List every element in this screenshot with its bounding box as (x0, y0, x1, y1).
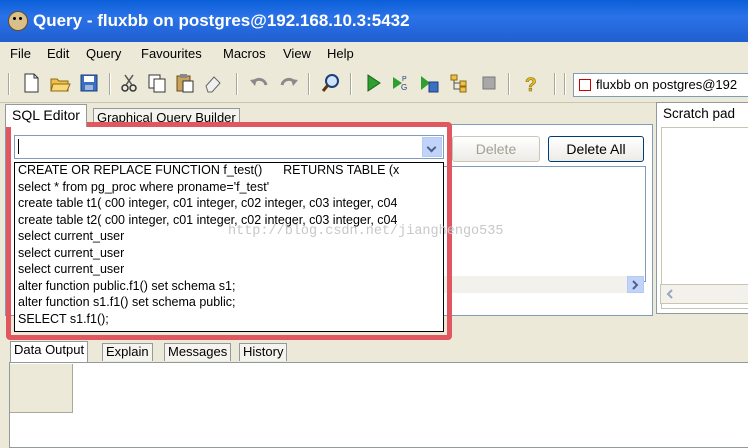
menu-favourites[interactable]: Favourites (141, 46, 202, 61)
scratch-pad-scrollbar[interactable] (660, 284, 748, 304)
cancel-icon[interactable] (478, 72, 500, 94)
menu-file[interactable]: File (10, 46, 31, 61)
cut-icon[interactable] (118, 72, 140, 94)
menu-edit[interactable]: Edit (47, 46, 69, 61)
menu-bar: File Edit Query Favourites Macros View H… (0, 42, 748, 66)
undo-icon[interactable] (248, 72, 270, 94)
toolbar-separator (109, 73, 111, 95)
toolbar: PG ? fluxbb on postgres@192 (0, 66, 748, 103)
menu-macros[interactable]: Macros (223, 46, 266, 61)
scratch-pad-panel: Scratch pad (656, 102, 748, 314)
toolbar-separator (554, 73, 556, 95)
connection-label: fluxbb on postgres@192 (596, 77, 738, 92)
redo-icon[interactable] (278, 72, 300, 94)
watermark-text: http://blog.csdn.net/jianghengo535 (228, 224, 504, 239)
connection-select[interactable]: fluxbb on postgres@192 (573, 73, 748, 97)
data-output-grid (9, 362, 748, 448)
menu-view[interactable]: View (283, 46, 311, 61)
horizontal-scrollbar[interactable] (442, 276, 644, 293)
app-elephant-icon (8, 11, 28, 31)
tab-messages[interactable]: Messages (164, 343, 232, 361)
paste-icon[interactable] (174, 72, 196, 94)
svg-text:G: G (401, 83, 407, 92)
tab-data-output[interactable]: Data Output (10, 341, 89, 362)
tab-explain[interactable]: Explain (102, 343, 153, 361)
scroll-right-button[interactable] (627, 276, 644, 293)
eraser-icon[interactable] (202, 72, 224, 94)
grid-corner-cell[interactable] (10, 364, 73, 413)
svg-text:P: P (402, 76, 407, 83)
copy-icon[interactable] (146, 72, 168, 94)
toolbar-separator (350, 73, 352, 95)
execute-to-file-icon[interactable] (418, 72, 440, 94)
scratch-pad-title: Scratch pad (663, 106, 736, 121)
title-bar: Query - fluxbb on postgres@192.168.10.3:… (0, 0, 748, 42)
connection-status-icon (579, 79, 591, 91)
window-title: Query - fluxbb on postgres@192.168.10.3:… (33, 11, 410, 30)
toolbar-separator (508, 73, 510, 95)
execute-pgscript-icon[interactable]: PG (390, 72, 412, 94)
toolbar-grip (8, 73, 10, 95)
delete-button[interactable]: Delete (452, 136, 540, 162)
menu-query[interactable]: Query (86, 46, 121, 61)
help-icon[interactable]: ? (520, 72, 542, 94)
chevron-left-icon (666, 289, 673, 299)
tab-history[interactable]: History (239, 343, 288, 361)
explain-icon[interactable] (448, 72, 470, 94)
svg-text:?: ? (525, 75, 537, 94)
toolbar-grip (564, 73, 566, 95)
find-icon[interactable] (320, 72, 342, 94)
toolbar-separator (236, 73, 238, 95)
execute-icon[interactable] (362, 72, 384, 94)
open-folder-icon[interactable] (49, 72, 71, 94)
save-icon[interactable] (78, 72, 100, 94)
toolbar-separator (308, 73, 310, 95)
new-file-icon[interactable] (20, 72, 42, 94)
delete-all-button[interactable]: Delete All (548, 136, 644, 162)
scratch-pad-text-area[interactable] (661, 127, 748, 309)
chevron-right-icon (632, 280, 639, 290)
menu-help[interactable]: Help (327, 46, 354, 61)
tab-sql-editor[interactable]: SQL Editor (5, 104, 87, 127)
